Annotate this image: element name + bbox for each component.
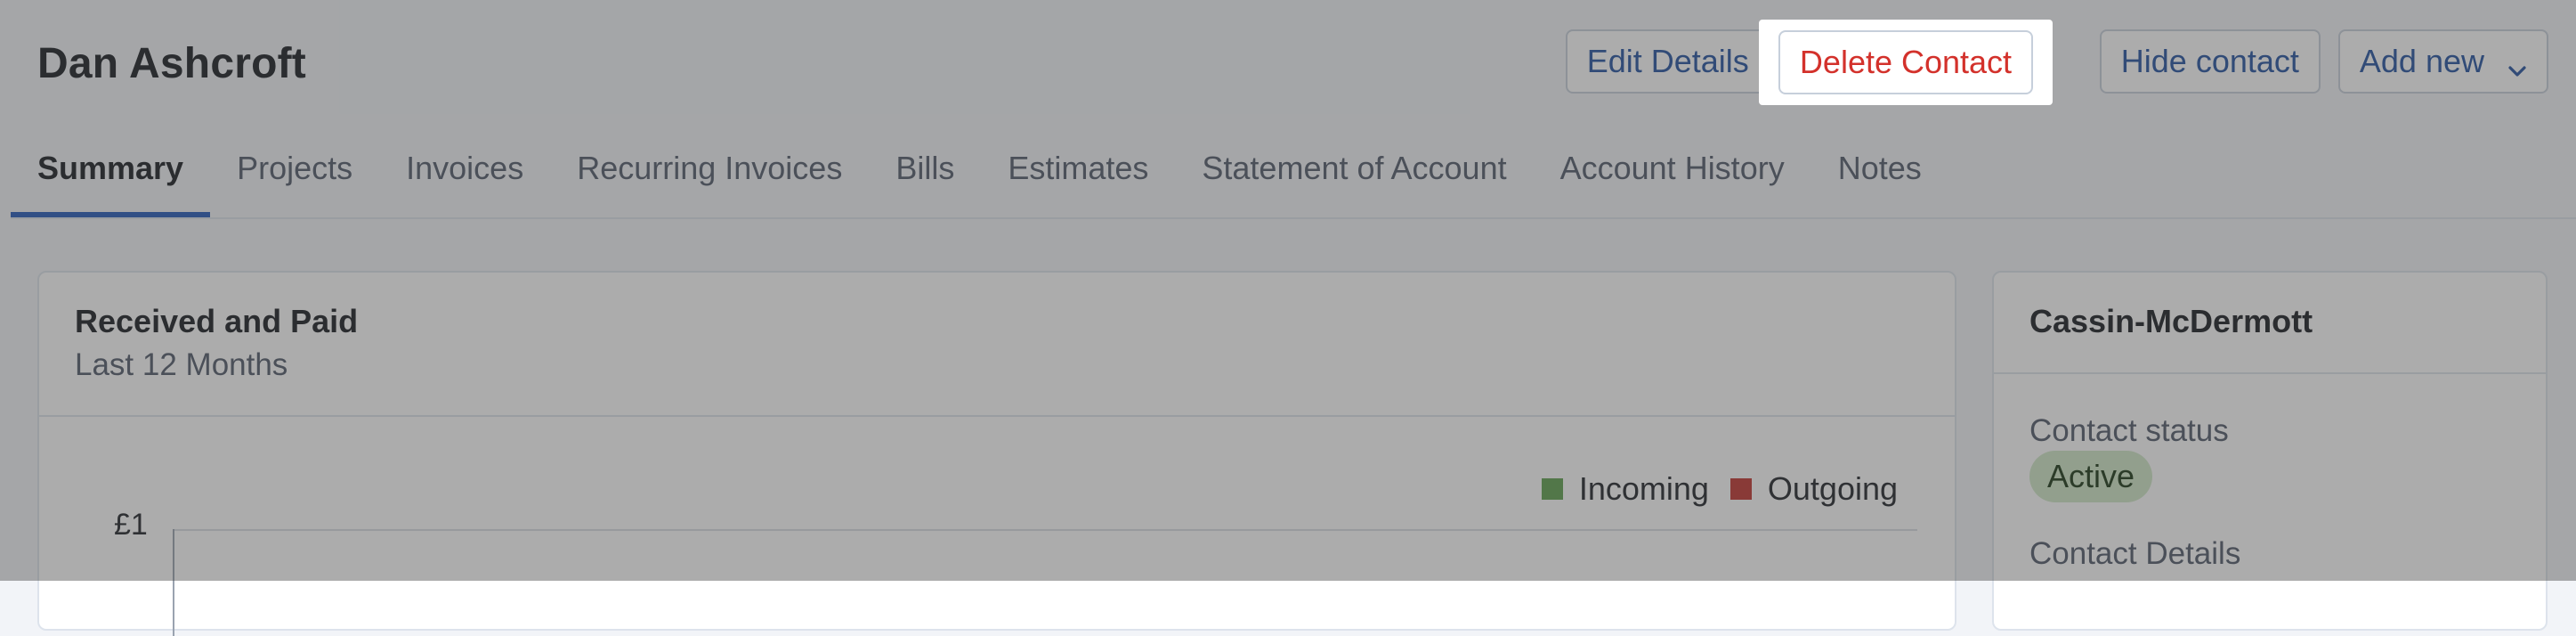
delete-contact-button[interactable]: Delete Contact	[1778, 30, 2034, 94]
legend-incoming[interactable]: Incoming	[1541, 470, 1709, 508]
tab-bills[interactable]: Bills	[869, 134, 981, 217]
chart-card-title: Received and Paid	[75, 303, 359, 339]
chart-gridline	[173, 529, 1917, 531]
contact-tabs: Summary Projects Invoices Recurring Invo…	[11, 134, 2576, 219]
legend-incoming-label: Incoming	[1578, 470, 1709, 507]
header-actions: Edit Details Hide contact Add new	[1565, 29, 2548, 94]
add-new-dropdown-button[interactable]: Add new	[2337, 29, 2548, 94]
chevron-down-icon	[2507, 52, 2527, 77]
add-new-label: Add new	[2359, 43, 2484, 79]
tab-invoices[interactable]: Invoices	[379, 134, 550, 217]
tab-notes[interactable]: Notes	[1811, 134, 1948, 217]
contact-status-label: Contact status	[2029, 413, 2229, 448]
edit-details-button[interactable]: Edit Details	[1565, 29, 1770, 94]
company-card: Cassin-McDermott Contact status Active C…	[1992, 271, 2548, 631]
delete-highlight: Delete Contact	[1759, 20, 2053, 105]
y-tick-label: £1	[114, 508, 148, 542]
page-title: Dan Ashcroft	[37, 40, 306, 87]
company-name: Cassin-McDermott	[2029, 303, 2313, 339]
chart-y-axis	[173, 529, 174, 636]
tab-estimates[interactable]: Estimates	[981, 134, 1175, 217]
chart-legend: Incoming Outgoing	[1533, 470, 1898, 508]
tab-projects[interactable]: Projects	[210, 134, 379, 217]
company-card-divider	[1994, 372, 2546, 374]
tab-statement-of-account[interactable]: Statement of Account	[1175, 134, 1533, 217]
chart-card-subtitle: Last 12 Months	[75, 347, 288, 382]
tab-recurring-invoices[interactable]: Recurring Invoices	[550, 134, 869, 217]
contact-page: Dan Ashcroft Edit Details Hide contact A…	[0, 0, 2576, 636]
hide-contact-button[interactable]: Hide contact	[2099, 29, 2321, 94]
received-paid-card: Received and Paid Last 12 Months Incomin…	[37, 271, 1956, 636]
outgoing-swatch	[1729, 478, 1752, 500]
incoming-swatch	[1541, 478, 1563, 500]
card-divider	[39, 415, 1955, 417]
legend-outgoing[interactable]: Outgoing	[1729, 470, 1898, 508]
legend-outgoing-label: Outgoing	[1767, 470, 1898, 507]
tab-account-history[interactable]: Account History	[1534, 134, 1811, 217]
tab-summary[interactable]: Summary	[11, 134, 211, 217]
status-badge: Active	[2029, 451, 2153, 502]
contact-details-label: Contact Details	[2029, 536, 2241, 571]
